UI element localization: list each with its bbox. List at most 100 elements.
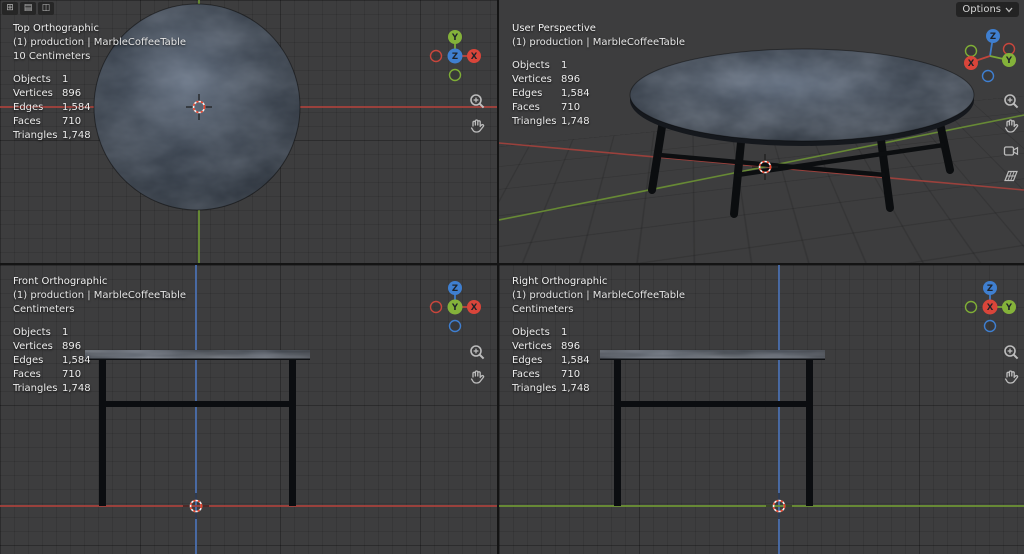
- overlays-icon[interactable]: ◫: [38, 2, 54, 15]
- viewport-tools: [468, 343, 486, 386]
- stat-label: Vertices: [13, 341, 53, 352]
- table-brace: [736, 142, 945, 178]
- axis-lines: [499, 114, 1024, 221]
- grid-scale-label: Centimeters: [13, 304, 75, 315]
- viewport-title: Right Orthographic: [512, 276, 608, 287]
- table-object-right-view[interactable]: [499, 265, 1024, 554]
- pan-hand-icon[interactable]: [1002, 117, 1020, 135]
- stat-row: Objects 1: [512, 326, 685, 340]
- gizmo-axis-y-neg: [448, 68, 462, 82]
- stat-value: 710: [62, 369, 82, 380]
- gizmo-axis-y-neg: [964, 300, 978, 314]
- pan-hand-icon[interactable]: [468, 117, 486, 135]
- chevron-down-icon: [1005, 7, 1013, 12]
- stat-row: Faces 710: [512, 101, 685, 115]
- stat-value: 1: [561, 327, 568, 338]
- viewport-title: User Perspective: [512, 23, 596, 34]
- gizmo-axis-x-neg: [429, 300, 443, 314]
- stat-label: Edges: [512, 88, 543, 99]
- blender-quad-view: ⊞ ▤ ◫ Top Orthographic (1) production | …: [0, 0, 1024, 554]
- grid-plane-icon[interactable]: [1002, 167, 1020, 185]
- stats-block: Objects 1 Vertices 896 Edges 1,584 Faces 710…: [512, 326, 685, 396]
- navigation-gizmo[interactable]: Z Y X: [960, 277, 1020, 337]
- stat-label: Faces: [512, 102, 540, 113]
- svg-text:X: X: [987, 303, 994, 313]
- table-object-front-view[interactable]: [0, 265, 497, 554]
- stat-label: Triangles: [13, 130, 58, 141]
- axis-z-line: [195, 265, 197, 554]
- camera-view-icon[interactable]: [1002, 142, 1020, 160]
- perspective-grid-floor: [499, 0, 1024, 181]
- options-dropdown[interactable]: Options: [956, 2, 1019, 17]
- table-leg: [614, 360, 621, 506]
- viewport-shading-icon[interactable]: ▤: [20, 2, 36, 15]
- stat-label: Faces: [13, 116, 41, 127]
- pan-hand-icon[interactable]: [1002, 368, 1020, 386]
- navigation-gizmo[interactable]: Y X Z: [425, 26, 485, 86]
- stat-row: Objects 1: [13, 326, 186, 340]
- stat-label: Faces: [13, 369, 41, 380]
- table-object-top-view[interactable]: [89, 0, 305, 215]
- table-top-edge: [85, 350, 310, 360]
- svg-text:Y: Y: [1005, 56, 1013, 66]
- viewport-tools: [1002, 343, 1020, 386]
- stat-row: Edges 1,584: [13, 354, 186, 368]
- table-leg: [289, 360, 296, 506]
- stat-value: 1: [62, 327, 69, 338]
- stat-value: 1,748: [62, 130, 91, 141]
- stat-value: 896: [561, 341, 581, 352]
- stats-block: Objects 1 Vertices 896 Edges 1,584 Faces 710…: [13, 326, 186, 396]
- stat-label: Objects: [512, 60, 550, 71]
- stat-label: Objects: [512, 327, 550, 338]
- viewport-user-perspective[interactable]: Options User Perspective (1) production …: [499, 0, 1024, 263]
- viewport-front-orthographic[interactable]: Front Orthographic (1) production | Marb…: [0, 265, 497, 554]
- grid-scale-label: Centimeters: [512, 304, 574, 315]
- svg-text:Y: Y: [451, 33, 459, 43]
- gizmo-axis-z-neg: [448, 319, 462, 333]
- stat-label: Edges: [13, 355, 44, 366]
- stat-label: Edges: [512, 355, 543, 366]
- table-leg: [648, 110, 668, 194]
- svg-text:X: X: [471, 303, 478, 313]
- grid-scale-label: 10 Centimeters: [13, 51, 91, 62]
- svg-text:Z: Z: [452, 284, 458, 294]
- gizmo-axis-x-neg: [429, 49, 443, 63]
- stat-value: 1,748: [561, 116, 590, 127]
- stat-value: 896: [62, 341, 82, 352]
- svg-text:X: X: [968, 59, 975, 69]
- stat-value: 1: [561, 60, 568, 71]
- stat-label: Objects: [13, 327, 51, 338]
- zoom-icon[interactable]: [468, 92, 486, 110]
- stat-label: Objects: [13, 74, 51, 85]
- table-leg: [730, 128, 746, 218]
- stat-row: Faces 710: [13, 368, 186, 382]
- pan-hand-icon[interactable]: [468, 368, 486, 386]
- navigation-gizmo[interactable]: Z Y X: [960, 26, 1020, 86]
- stat-row: Triangles 1,748: [13, 382, 186, 396]
- stat-label: Faces: [512, 369, 540, 380]
- stat-label: Triangles: [512, 383, 557, 394]
- zoom-icon[interactable]: [468, 343, 486, 361]
- navigation-gizmo[interactable]: Z X Y: [425, 277, 485, 337]
- stat-row: Triangles 1,748: [13, 129, 186, 143]
- svg-text:Z: Z: [990, 32, 996, 42]
- table-top-surface: [94, 4, 300, 210]
- zoom-icon[interactable]: [1002, 343, 1020, 361]
- viewport-top-orthographic[interactable]: ⊞ ▤ ◫ Top Orthographic (1) production | …: [0, 0, 497, 263]
- table-top-edge: [630, 54, 974, 146]
- stat-row: Faces 710: [512, 368, 685, 382]
- options-label: Options: [962, 4, 1001, 15]
- viewport-right-orthographic[interactable]: Right Orthographic (1) production | Marb…: [499, 265, 1024, 554]
- stat-row: Triangles 1,748: [512, 115, 685, 129]
- stat-value: 896: [561, 74, 581, 85]
- axis-y-line: [198, 0, 200, 263]
- stat-value: 1,584: [62, 102, 91, 113]
- stat-label: Vertices: [512, 74, 552, 85]
- svg-text:Z: Z: [987, 284, 993, 294]
- stat-label: Edges: [13, 102, 44, 113]
- stat-row: Vertices 896: [512, 73, 685, 87]
- zoom-icon[interactable]: [1002, 92, 1020, 110]
- svg-text:Y: Y: [451, 303, 459, 313]
- table-brace: [618, 401, 810, 407]
- editor-type-icon[interactable]: ⊞: [2, 2, 18, 15]
